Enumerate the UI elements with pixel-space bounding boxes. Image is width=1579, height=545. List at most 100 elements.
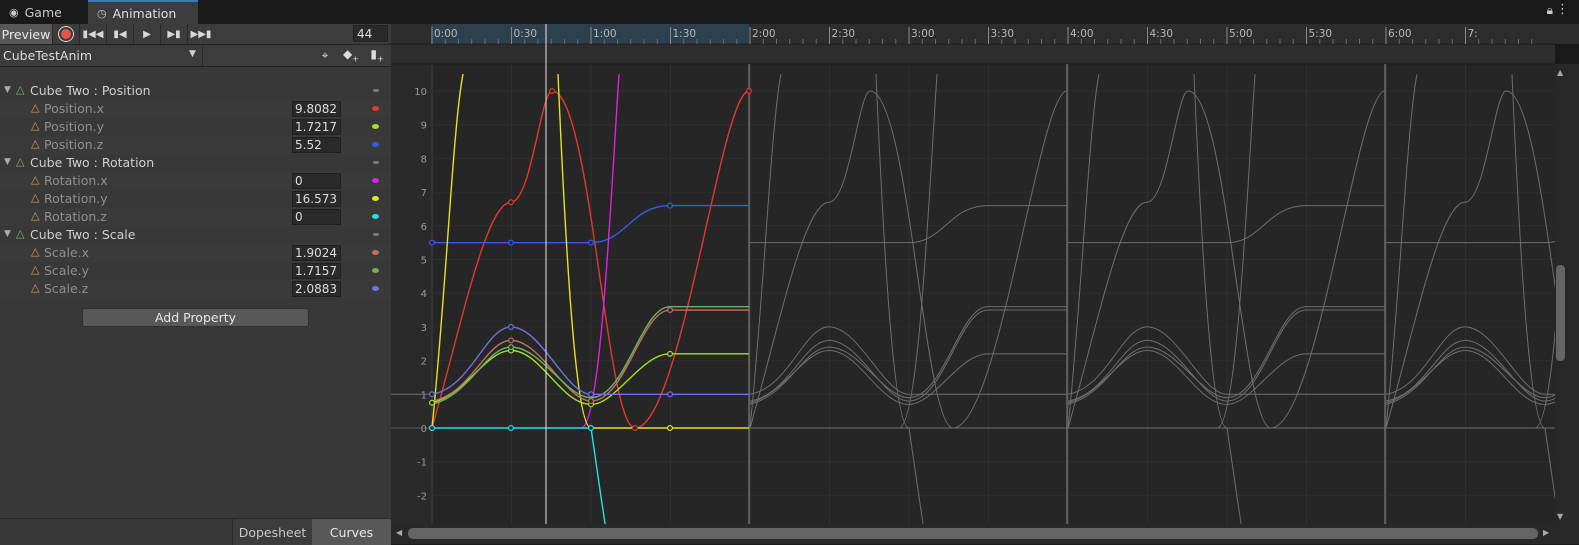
skip-start-icon: ▮◀◀: [82, 28, 104, 40]
clip-range-highlight: [431, 24, 749, 44]
keyframe-point[interactable]: [746, 87, 753, 94]
curve-color-dot: [372, 106, 379, 111]
keyframe-point[interactable]: [667, 202, 674, 209]
add-event-button[interactable]: ▮+: [364, 45, 390, 66]
record-button[interactable]: [53, 24, 80, 44]
keyframe-point[interactable]: [667, 307, 674, 314]
chevron-down-icon[interactable]: ▼: [4, 157, 11, 167]
keyframe-point[interactable]: [588, 239, 595, 246]
keyframe-point[interactable]: [507, 425, 514, 432]
keyframe-point[interactable]: [667, 350, 674, 357]
keyframe-point[interactable]: [507, 344, 514, 351]
keyframe-point[interactable]: [428, 425, 435, 432]
horizontal-scrollbar-thumb[interactable]: [408, 528, 1538, 539]
property-value-field[interactable]: 9.8082: [292, 101, 341, 117]
property-row-position-y[interactable]: △ Position.y 1.7217: [0, 118, 391, 136]
frame-field[interactable]: 44: [353, 25, 388, 42]
keyframe-point[interactable]: [428, 239, 435, 246]
keyframe-point[interactable]: [507, 337, 514, 344]
preview-button[interactable]: Preview: [0, 24, 53, 44]
property-value-field[interactable]: 0: [292, 173, 341, 189]
filter-by-selection-button[interactable]: ⌖: [312, 45, 338, 66]
curve-editor[interactable]: 0:00 0:30 1:00 1:30 2:00 2:30 3:00 3:30 4:00 4:30…: [391, 24, 1555, 524]
property-value-field[interactable]: 1.9024: [292, 245, 341, 261]
add-property-button[interactable]: Add Property: [82, 308, 309, 327]
keyframe-point[interactable]: [588, 425, 595, 432]
property-value-field[interactable]: 5.52: [292, 137, 341, 153]
add-keyframe-button[interactable]: ◆+: [338, 45, 364, 66]
record-icon: [61, 29, 71, 39]
scroll-up-icon[interactable]: ▲: [1557, 68, 1563, 77]
event-lane[interactable]: [391, 44, 1555, 64]
value-axis-label: 1: [421, 390, 427, 401]
ruler-label: 1:30: [673, 28, 697, 40]
property-row-rotation-y[interactable]: △ Rotation.y 16.573: [0, 190, 391, 208]
playback-toolbar: Preview ▮◀◀ ▮◀ ▶ ▶▮ ▶▶▮ 44: [0, 24, 391, 45]
property-row-rotation-z[interactable]: △ Rotation.z 0: [0, 208, 391, 226]
keyframe-point[interactable]: [428, 399, 435, 406]
keyframe-point[interactable]: [507, 323, 514, 330]
vertical-scrollbar-thumb[interactable]: [1556, 265, 1565, 361]
step-back-icon: ▮◀: [113, 28, 127, 40]
tab-game[interactable]: ◉ Game: [0, 0, 88, 24]
keyframe-point[interactable]: [667, 425, 674, 432]
keyframe-point[interactable]: [507, 239, 514, 246]
value-axis-label: 7: [421, 188, 427, 199]
keyframe-point[interactable]: [667, 391, 674, 398]
chevron-down-icon[interactable]: ▼: [4, 229, 11, 239]
property-row-position-z[interactable]: △ Position.z 5.52: [0, 136, 391, 154]
property-label: Rotation.z: [44, 209, 107, 224]
property-row-rotation-x[interactable]: △ Rotation.x 0: [0, 172, 391, 190]
curve-color-dot: [372, 196, 379, 201]
property-value-field[interactable]: 2.0883: [292, 281, 341, 297]
first-keyframe-button[interactable]: ▮◀◀: [80, 24, 107, 44]
keyframe-point[interactable]: [588, 391, 595, 398]
property-value-field[interactable]: 1.7157: [292, 263, 341, 279]
keyframe-point[interactable]: [507, 199, 514, 206]
property-row-position-x[interactable]: △ Position.x 9.8082: [0, 100, 391, 118]
next-keyframe-button[interactable]: ▶▮: [161, 24, 188, 44]
value-axis-label: 10: [414, 87, 427, 98]
ruler-label: 5:30: [1309, 28, 1333, 40]
skip-end-icon: ▶▶▮: [190, 28, 212, 40]
keyframe-point[interactable]: [428, 391, 435, 398]
group-label: Cube Two : Scale: [30, 227, 136, 242]
curve-color-dot: [372, 286, 379, 291]
scroll-right-icon[interactable]: ▶: [1543, 528, 1549, 537]
clip-dropdown[interactable]: CubeTestAnim: [0, 45, 203, 66]
tab-dopesheet[interactable]: Dopesheet: [232, 519, 312, 545]
property-label: Scale.y: [44, 263, 90, 278]
scroll-left-icon[interactable]: ◀: [396, 528, 402, 537]
property-label: Rotation.y: [44, 191, 108, 206]
property-row-scale-x[interactable]: △ Scale.x 1.9024: [0, 244, 391, 262]
last-keyframe-button[interactable]: ▶▶▮: [188, 24, 214, 44]
property-value-field[interactable]: 1.7217: [292, 119, 341, 135]
transform-icon: △: [31, 263, 40, 276]
kebab-menu-icon[interactable]: ⋮: [1556, 2, 1569, 17]
tab-animation[interactable]: ◷ Animation: [88, 0, 198, 24]
lock-icon[interactable]: 🔒︎: [1547, 3, 1553, 18]
keyframe-point[interactable]: [632, 425, 639, 432]
value-axis-label: -1: [417, 458, 427, 469]
group-row-scale[interactable]: ▼ △ Cube Two : Scale: [0, 226, 391, 244]
play-icon: ▶: [143, 28, 151, 40]
curve-color-dot: [372, 268, 379, 273]
group-row-position[interactable]: ▼ △ Cube Two : Position: [0, 82, 391, 100]
scroll-down-icon[interactable]: ▼: [1557, 512, 1563, 521]
ruler-label: 2:00: [752, 28, 776, 40]
previous-keyframe-button[interactable]: ▮◀: [107, 24, 134, 44]
property-row-scale-y[interactable]: △ Scale.y 1.7157: [0, 262, 391, 280]
keyframe-point[interactable]: [549, 87, 556, 94]
gamepad-icon: ◉: [9, 5, 19, 19]
property-value-field[interactable]: 16.573: [292, 191, 341, 207]
group-row-rotation[interactable]: ▼ △ Cube Two : Rotation: [0, 154, 391, 172]
property-value-field[interactable]: 0: [292, 209, 341, 225]
property-row-scale-z[interactable]: △ Scale.z 2.0883: [0, 280, 391, 298]
transform-icon: △: [31, 119, 40, 132]
keyframe-point[interactable]: [588, 398, 595, 405]
chevron-down-icon[interactable]: ▼: [4, 85, 11, 95]
tab-curves[interactable]: Curves: [312, 519, 391, 545]
tab-game-label: Game: [24, 4, 62, 20]
play-button[interactable]: ▶: [134, 24, 161, 44]
animation-hierarchy-panel: Preview ▮◀◀ ▮◀ ▶ ▶▮ ▶▶▮ 44 CubeTestAnim …: [0, 24, 391, 545]
